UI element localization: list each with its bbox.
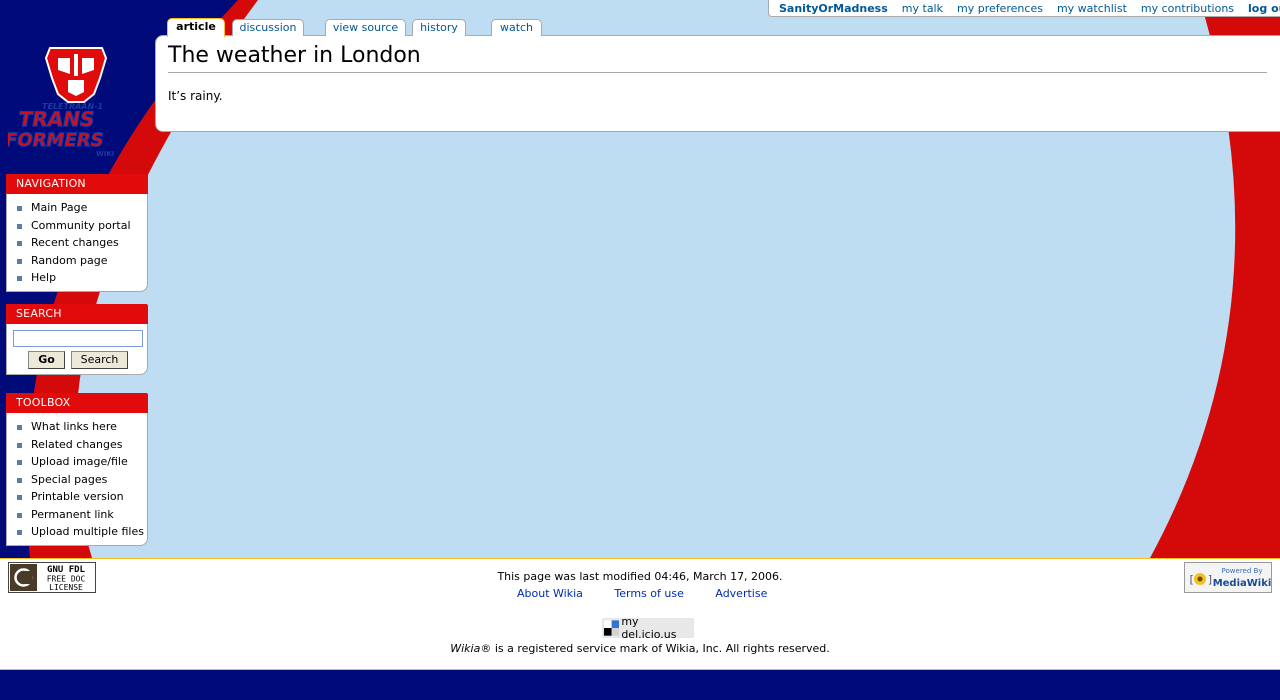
powered-badge-line-2: MediaWiki — [1213, 578, 1272, 589]
my-contributions-link[interactable]: my contributions — [1141, 2, 1234, 15]
navigation-heading: NAVIGATION — [6, 174, 148, 194]
nav-item-recent-changes[interactable]: Recent changes — [17, 234, 147, 252]
log-out-link[interactable]: log out — [1248, 2, 1280, 15]
tool-label: Printable version — [31, 490, 124, 503]
search-body: Go Search — [6, 324, 148, 375]
tab-watch[interactable]: watch — [491, 19, 542, 36]
last-modified: This page was last modified 04:46, March… — [497, 570, 783, 583]
nav-item-label: Community portal — [31, 218, 131, 232]
tool-label: Special pages — [31, 472, 108, 486]
nav-item-help[interactable]: Help — [17, 269, 147, 287]
footer: GNU FDL FREE DOC LICENSE This page was l… — [0, 558, 1280, 670]
tool-label: Related changes — [31, 437, 123, 451]
username-link[interactable]: SanityOrMadness — [779, 2, 888, 15]
delicious-icon — [604, 620, 620, 636]
toolbox-portlet: TOOLBOX What links here Related changes … — [6, 393, 148, 546]
navigation-body: Main Page Community portal Recent change… — [6, 194, 148, 292]
my-talk-link[interactable]: my talk — [902, 2, 943, 15]
nav-item-main-page[interactable]: Main Page — [17, 199, 147, 217]
about-wikia-link[interactable]: About Wikia — [517, 587, 583, 600]
toolbox-heading: TOOLBOX — [6, 393, 148, 413]
tab-view-source[interactable]: view source — [325, 19, 406, 36]
search-heading: SEARCH — [6, 304, 148, 324]
tool-permanent-link[interactable]: Permanent link — [17, 506, 147, 524]
tool-label: Upload image/file — [31, 455, 128, 468]
delicious-link[interactable]: my del.icio.us — [602, 615, 694, 641]
tool-special-pages[interactable]: Special pages — [17, 471, 147, 489]
powered-by-mediawiki-badge[interactable]: [ ] Powered By MediaWiki — [1184, 562, 1272, 593]
search-portlet: SEARCH Go Search — [6, 304, 148, 375]
tool-label: What links here — [31, 420, 117, 433]
personal-tools-bar: SanityOrMadness my talk my preferences m… — [768, 0, 1280, 17]
page-title: The weather in London — [168, 42, 1267, 73]
search-button[interactable]: Search — [71, 351, 128, 369]
wikia-notice: Wikia® is a registered service mark of W… — [0, 642, 1280, 655]
tool-printable-version[interactable]: Printable version — [17, 488, 147, 506]
my-watchlist-link[interactable]: my watchlist — [1057, 2, 1127, 15]
tab-discussion[interactable]: discussion — [232, 19, 304, 36]
tool-label: Upload multiple files — [31, 525, 144, 538]
wikia-brand: Wikia — [450, 642, 481, 655]
nav-item-label: Random page — [31, 253, 108, 267]
tool-related-changes[interactable]: Related changes — [17, 436, 147, 454]
autobot-insignia-icon — [44, 47, 108, 103]
search-input[interactable] — [13, 330, 143, 347]
tool-what-links-here[interactable]: What links here — [17, 418, 147, 436]
content-area: The weather in London It’s rainy. — [155, 35, 1280, 132]
go-button[interactable]: Go — [28, 351, 65, 369]
powered-badge-line-1: Powered By — [1222, 567, 1263, 575]
wikia-notice-text: ® is a registered service mark of Wikia,… — [480, 642, 830, 655]
license-badge-line-3: LICENSE — [49, 583, 83, 592]
tool-upload-multiple[interactable]: Upload multiple files — [17, 523, 147, 541]
logo-line-trans: TRANS — [17, 107, 97, 131]
tab-history[interactable]: history — [412, 19, 466, 36]
transformers-wiki-logo[interactable]: TELETRAAN-1 TRANS FORMERS WIKI — [8, 44, 148, 159]
delicious-label: my del.icio.us — [621, 615, 677, 641]
tab-article[interactable]: article — [167, 18, 225, 37]
tool-upload-file[interactable]: Upload image/file — [17, 453, 147, 471]
my-preferences-link[interactable]: my preferences — [957, 2, 1043, 15]
logo-line-formers: FORMERS — [8, 130, 105, 151]
nav-item-community-portal[interactable]: Community portal — [17, 217, 147, 235]
toolbox-body: What links here Related changes Upload i… — [6, 413, 148, 546]
logo-line-wiki: WIKI — [96, 150, 114, 158]
terms-of-use-link[interactable]: Terms of use — [614, 587, 683, 600]
nav-item-label: Main Page — [31, 201, 88, 214]
tool-label: Permanent link — [31, 507, 114, 521]
nav-item-label: Help — [31, 271, 57, 284]
footer-links: About Wikia Terms of use Advertise — [517, 587, 795, 600]
bracket-left-icon: [ — [1188, 573, 1195, 586]
nav-item-label: Recent changes — [31, 236, 119, 249]
advertise-link[interactable]: Advertise — [715, 587, 767, 600]
nav-item-random-page[interactable]: Random page — [17, 252, 147, 270]
article-body: It’s rainy. — [168, 89, 223, 103]
navigation-portlet: NAVIGATION Main Page Community portal Re… — [6, 174, 148, 292]
